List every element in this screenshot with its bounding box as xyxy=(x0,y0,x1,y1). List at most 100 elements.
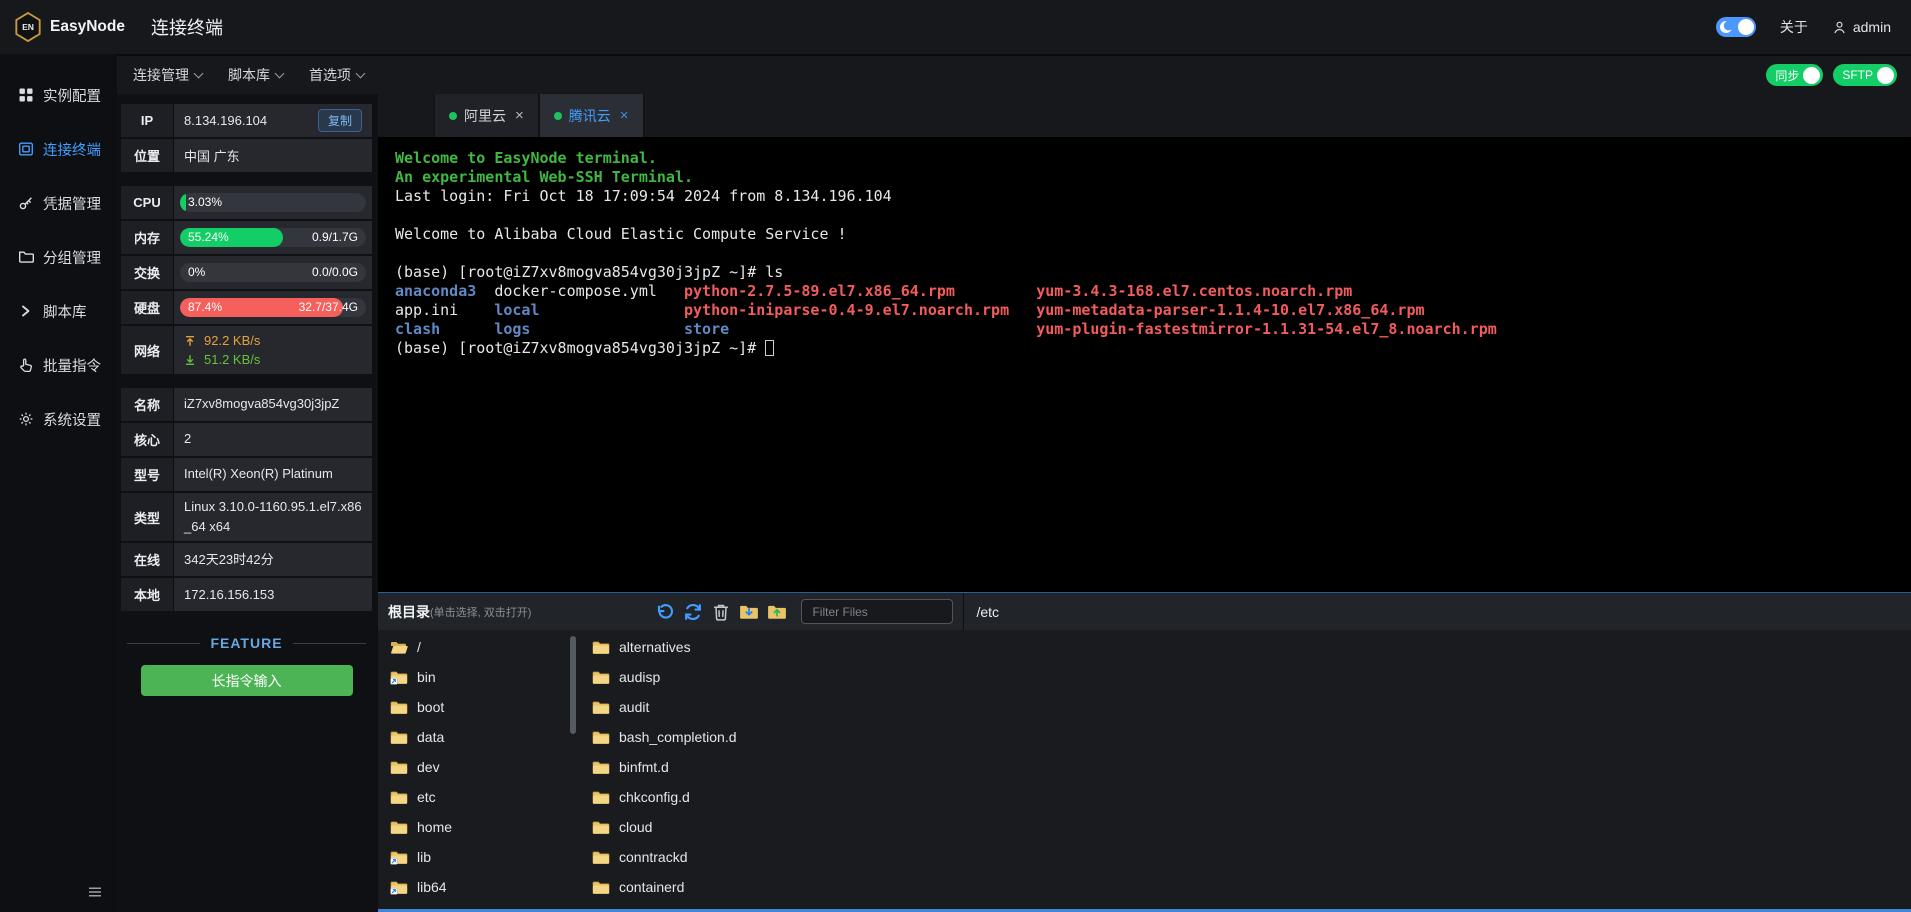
file-row[interactable]: cloud xyxy=(580,812,1911,842)
file-row[interactable]: binfmt.d xyxy=(580,752,1911,782)
switch-sftp[interactable]: SFTP xyxy=(1833,64,1897,86)
file-manager-body: / binboot data devetchome lib lib64 alternati… xyxy=(378,630,1911,909)
switch-sync[interactable]: 同步 xyxy=(1766,64,1823,86)
refresh-icon[interactable] xyxy=(683,602,703,622)
menu-connection[interactable]: 连接管理 xyxy=(133,65,202,85)
terminal-line: (base) [root@iZ7xv8mogva854vg30j3jpZ ~]#… xyxy=(395,263,1894,282)
row-value: Intel(R) Xeon(R) Platinum xyxy=(174,458,372,491)
row-label: 位置 xyxy=(121,139,173,172)
folder-icon xyxy=(592,640,610,655)
terminal-screen[interactable]: Welcome to EasyNode terminal.An experime… xyxy=(378,137,1911,592)
folder-icon xyxy=(390,700,408,715)
detail-row-type: 类型Linux 3.10.0-1160.95.1.el7.x86_64 x64 xyxy=(121,493,372,541)
file-row[interactable]: boot xyxy=(378,692,570,722)
detail-value: Intel(R) Xeon(R) Platinum xyxy=(184,464,333,484)
sidebar-item-label: 凭据管理 xyxy=(43,193,101,214)
detail-row-model: 型号Intel(R) Xeon(R) Platinum xyxy=(121,458,372,491)
copy-ip-button[interactable]: 复制 xyxy=(318,109,362,132)
top-band: 连接管理 脚本库 首选项 同步 SFTP xyxy=(117,54,1911,94)
row-value: 中国 广东 xyxy=(174,139,372,172)
file-row[interactable]: lib64 xyxy=(378,872,570,902)
upload-folder-icon[interactable] xyxy=(767,602,787,622)
row-label: 核心 xyxy=(121,423,173,456)
sidebar-item-terminal[interactable]: 连接终端 xyxy=(0,122,117,176)
tab-close-icon[interactable]: × xyxy=(620,107,629,124)
switch-knob xyxy=(1803,67,1820,84)
row-label: CPU xyxy=(121,186,173,219)
sidebar-item-label: 批量指令 xyxy=(43,355,101,376)
file-row[interactable]: chkconfig.d xyxy=(580,782,1911,812)
detail-row-uptime: 在线342天23时42分 xyxy=(121,543,372,576)
app-name: EasyNode xyxy=(50,18,125,36)
scrollbar-thumb[interactable] xyxy=(570,636,576,734)
theme-toggle[interactable] xyxy=(1716,17,1756,37)
file-row[interactable]: etc xyxy=(378,782,570,812)
sidebar-item-credentials[interactable]: 凭据管理 xyxy=(0,176,117,230)
feature-label: FEATURE xyxy=(210,635,282,651)
page-title: 连接终端 xyxy=(151,14,223,40)
file-row[interactable]: dev xyxy=(378,752,570,782)
file-name: data xyxy=(417,729,444,745)
row-label: 硬盘 xyxy=(121,291,173,324)
menu-label: 连接管理 xyxy=(133,65,189,85)
download-folder-icon[interactable] xyxy=(739,602,759,622)
file-list-root: / binboot data devetchome lib lib64 xyxy=(378,630,570,909)
file-row[interactable]: audisp xyxy=(580,662,1911,692)
file-name: conntrackd xyxy=(619,849,687,865)
file-name: lib64 xyxy=(417,879,447,895)
file-name: / xyxy=(417,639,421,655)
sidebar-item-settings[interactable]: 系统设置 xyxy=(0,392,117,446)
tab-close-icon[interactable]: × xyxy=(515,107,524,124)
main-column: 阿里云× 腾讯云 × Welcome to EasyNode terminal.An… xyxy=(378,94,1911,912)
file-row[interactable]: alternatives xyxy=(580,632,1911,662)
long-command-button[interactable]: 长指令输入 xyxy=(141,665,353,696)
sidebar-item-groups[interactable]: 分组管理 xyxy=(0,230,117,284)
folder-open-icon xyxy=(390,640,408,655)
terminal-tab-aliyun[interactable]: 阿里云× xyxy=(433,94,540,137)
detail-value: 172.16.156.153 xyxy=(184,585,274,605)
chevron-down-icon xyxy=(194,68,204,78)
tab-label: 腾讯云 xyxy=(569,106,611,126)
info-row-location: 位置中国 广东 xyxy=(121,139,372,172)
delete-icon[interactable] xyxy=(711,602,731,622)
file-manager-title: 根目录 xyxy=(388,602,430,622)
progress-percent: 0% xyxy=(188,263,205,282)
file-row[interactable]: bash_completion.d xyxy=(580,722,1911,752)
file-row[interactable]: containerd xyxy=(580,872,1911,902)
row-value: 2 xyxy=(174,423,372,456)
stat-row-swap: 交换0%0.0/0.0G xyxy=(121,256,372,289)
file-row[interactable]: bin xyxy=(378,662,570,692)
progress-fill xyxy=(180,193,186,212)
menu-preferences[interactable]: 首选项 xyxy=(309,65,364,85)
terminal-line: Last login: Fri Oct 18 17:09:54 2024 fro… xyxy=(395,187,1894,206)
folder-icon xyxy=(592,880,610,895)
svg-text:EN: EN xyxy=(22,22,34,32)
about-link[interactable]: 关于 xyxy=(1780,17,1808,37)
file-row[interactable]: home xyxy=(378,812,570,842)
file-row[interactable]: audit xyxy=(580,692,1911,722)
filter-files-input[interactable] xyxy=(801,599,953,624)
progress-percent: 87.4% xyxy=(188,298,222,317)
file-name: alternatives xyxy=(619,639,691,655)
toggle-knob xyxy=(1738,19,1754,35)
file-row[interactable]: data xyxy=(378,722,570,752)
row-value: 172.16.156.153 xyxy=(174,578,372,611)
chevron-down-icon xyxy=(356,68,366,78)
user-menu[interactable]: admin xyxy=(1832,19,1891,35)
menu-scripts[interactable]: 脚本库 xyxy=(228,65,283,85)
file-row[interactable]: / xyxy=(378,632,570,662)
progress-cpu: 3.03% xyxy=(180,193,366,212)
file-row[interactable]: lib xyxy=(378,842,570,872)
collapse-sidebar-icon[interactable] xyxy=(87,884,103,900)
sidebar-item-batch-command[interactable]: 批量指令 xyxy=(0,338,117,392)
menu-label: 首选项 xyxy=(309,65,351,85)
sidebar-item-instance-config[interactable]: 实例配置 xyxy=(0,68,117,122)
file-name: bash_completion.d xyxy=(619,729,737,745)
terminal-tab-tencent[interactable]: 腾讯云 × xyxy=(540,94,645,137)
sidebar-item-scripts[interactable]: 脚本库 xyxy=(0,284,117,338)
undo-icon[interactable] xyxy=(655,602,675,622)
folder-icon xyxy=(592,760,610,775)
file-name: lib xyxy=(417,849,431,865)
row-label: 类型 xyxy=(121,493,173,541)
file-row[interactable]: conntrackd xyxy=(580,842,1911,872)
